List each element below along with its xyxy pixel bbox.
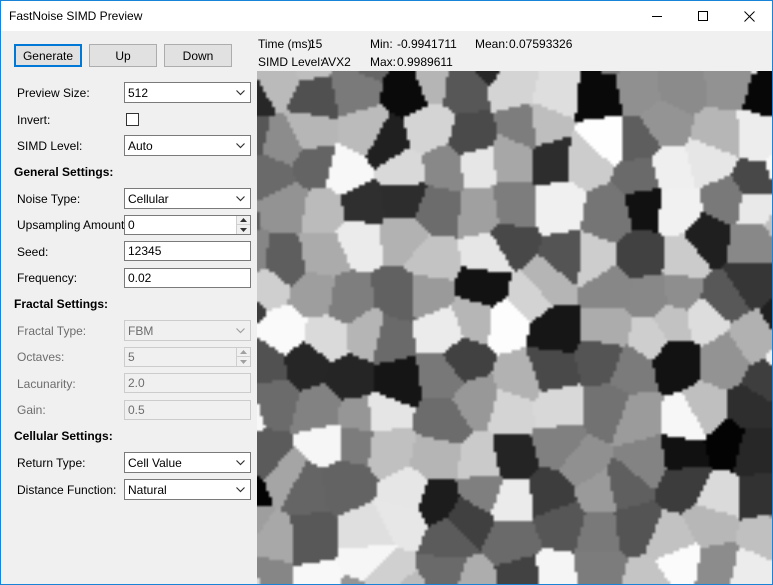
simd-level-select[interactable]: Auto xyxy=(124,135,251,156)
cellular-settings-header: Cellular Settings: xyxy=(14,429,113,443)
upsampling-label: Upsampling Amount: xyxy=(17,218,128,232)
spin-up-button[interactable] xyxy=(237,216,250,225)
frequency-label: Frequency: xyxy=(17,271,78,285)
return-type-value: Cell Value xyxy=(128,456,182,470)
close-button[interactable] xyxy=(726,1,772,31)
simd-level-value: Auto xyxy=(128,139,153,153)
upsampling-value: 0 xyxy=(128,218,135,232)
gain-label: Gain: xyxy=(17,403,46,417)
preview-size-label: Preview Size: xyxy=(17,86,90,100)
minimize-button[interactable] xyxy=(634,1,680,31)
gain-input[interactable]: 0.5 xyxy=(124,400,251,420)
upsampling-stepper[interactable]: 0 xyxy=(124,215,251,235)
window-title: FastNoise SIMD Preview xyxy=(9,9,143,23)
min-label: Min: xyxy=(370,37,393,51)
fractal-type-select[interactable]: FBM xyxy=(124,320,251,341)
generate-button[interactable]: Generate xyxy=(14,44,82,67)
caret-up-icon xyxy=(240,218,247,222)
gain-value: 0.5 xyxy=(128,403,145,417)
up-button[interactable]: Up xyxy=(89,44,157,67)
distance-function-label: Distance Function: xyxy=(17,483,117,497)
stats-bar: Time (ms): 15 Min: -0.9941711 Mean: 0.07… xyxy=(257,31,772,71)
caret-down-icon xyxy=(240,227,247,232)
seed-value: 12345 xyxy=(128,244,162,258)
lacunarity-label: Lacunarity: xyxy=(17,377,76,391)
preview-size-value: 512 xyxy=(128,86,149,100)
title-bar[interactable]: FastNoise SIMD Preview xyxy=(1,1,772,31)
frequency-input[interactable]: 0.02 xyxy=(124,268,251,288)
noise-type-select[interactable]: Cellular xyxy=(124,188,251,209)
simd-value: AVX2 xyxy=(321,55,351,69)
min-value: -0.9941711 xyxy=(397,37,457,51)
spin-down-button[interactable] xyxy=(237,225,250,234)
return-type-select[interactable]: Cell Value xyxy=(124,452,251,473)
invert-checkbox[interactable] xyxy=(126,113,139,126)
general-settings-header: General Settings: xyxy=(14,165,114,179)
preview-size-select[interactable]: 512 xyxy=(124,82,251,103)
octaves-stepper[interactable]: 5 xyxy=(124,347,251,367)
noise-preview[interactable] xyxy=(257,71,772,584)
spin-down-button[interactable] xyxy=(237,357,250,366)
lacunarity-input[interactable]: 2.0 xyxy=(124,373,251,393)
chevron-down-icon xyxy=(236,196,245,202)
time-label: Time (ms): xyxy=(258,37,315,51)
chevron-down-icon xyxy=(236,487,245,493)
seed-label: Seed: xyxy=(17,245,49,259)
maximize-icon xyxy=(698,11,708,21)
fractal-type-value: FBM xyxy=(128,324,154,338)
maximize-button[interactable] xyxy=(680,1,726,31)
down-button[interactable]: Down xyxy=(164,44,232,67)
chevron-down-icon xyxy=(236,143,245,149)
noise-preview-image xyxy=(257,71,772,584)
minimize-icon xyxy=(652,15,662,17)
mean-label: Mean: xyxy=(475,37,509,51)
fractal-type-label: Fractal Type: xyxy=(17,324,87,338)
distance-function-select[interactable]: Natural xyxy=(124,479,251,500)
lacunarity-value: 2.0 xyxy=(128,376,145,390)
simd-label: SIMD Level: xyxy=(258,55,324,69)
noise-type-value: Cellular xyxy=(128,192,169,206)
octaves-value: 5 xyxy=(128,350,135,364)
settings-panel: Generate Up Down Preview Size: 512 Inver… xyxy=(1,31,257,584)
mean-value: 0.07593326 xyxy=(509,37,573,51)
noise-cells xyxy=(257,71,772,584)
max-label: Max: xyxy=(370,55,397,69)
caret-up-icon xyxy=(240,350,247,354)
chevron-down-icon xyxy=(236,460,245,466)
noise-type-label: Noise Type: xyxy=(17,192,81,206)
frequency-value: 0.02 xyxy=(128,271,152,285)
octaves-label: Octaves: xyxy=(17,350,65,364)
octaves-spin-buttons xyxy=(236,348,250,366)
close-icon xyxy=(743,10,755,22)
time-value: 15 xyxy=(309,37,323,51)
app-window: FastNoise SIMD Preview Generate Up Down … xyxy=(0,0,773,585)
seed-input[interactable]: 12345 xyxy=(124,241,251,261)
fractal-settings-header: Fractal Settings: xyxy=(14,297,109,311)
simd-level-label: SIMD Level: xyxy=(17,139,83,153)
caret-down-icon xyxy=(240,359,247,364)
invert-label: Invert: xyxy=(17,113,51,127)
return-type-label: Return Type: xyxy=(17,456,86,470)
chevron-down-icon xyxy=(236,90,245,96)
distance-function-value: Natural xyxy=(128,483,167,497)
chevron-down-icon xyxy=(236,328,245,334)
spin-up-button[interactable] xyxy=(237,348,250,357)
max-value: 0.9989611 xyxy=(397,55,453,69)
upsampling-spin-buttons xyxy=(236,216,250,234)
